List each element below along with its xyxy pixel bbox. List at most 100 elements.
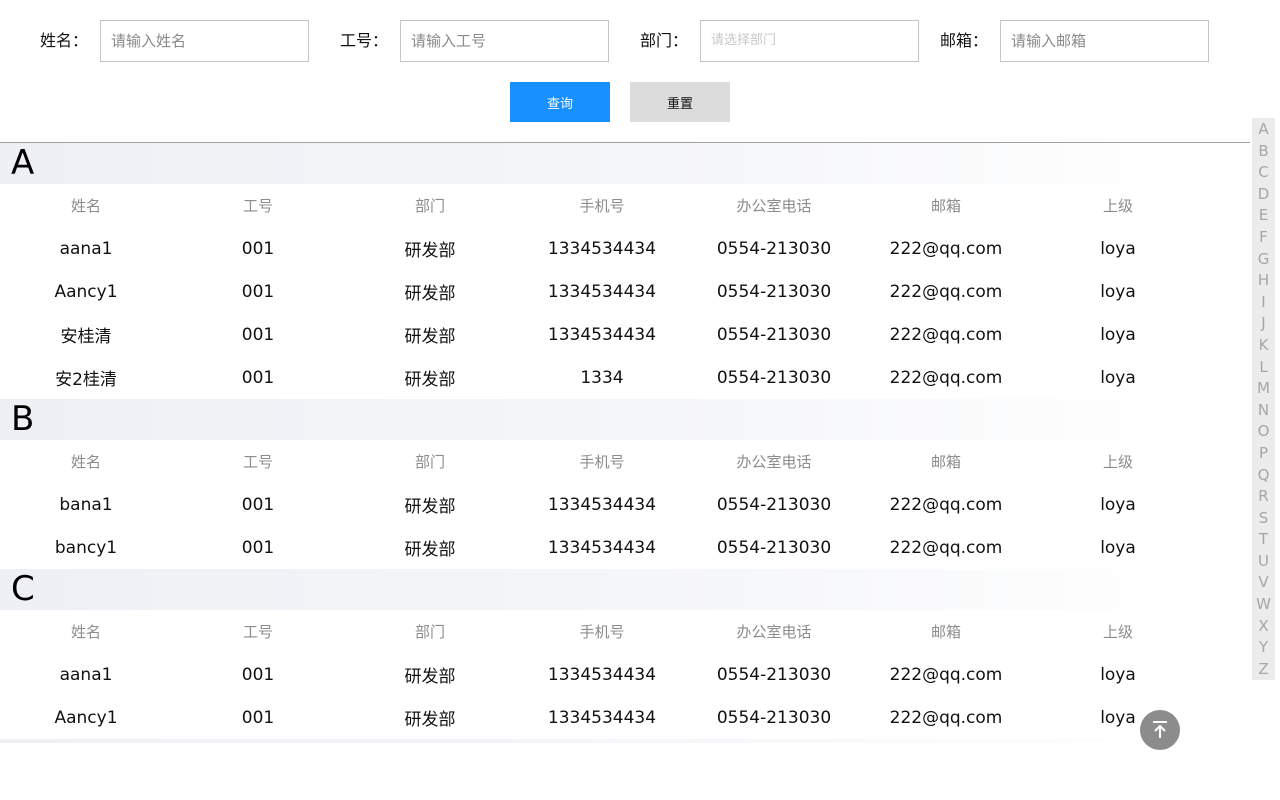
table-cell: loya (1100, 664, 1136, 685)
employee-id-input[interactable] (400, 20, 609, 62)
table-cell: 1334534434 (547, 494, 657, 515)
table-row[interactable]: aana1 001 研发部 1334534434 0554-213030 222@qq.c… (0, 653, 1214, 696)
table-cell: 001 (241, 238, 275, 259)
alphabet-index: ABCDEFGHIJKLMNOPQRSTUVWXYZ (1252, 118, 1275, 680)
table-cell: loya (1100, 238, 1136, 259)
table-cell: 1334534434 (547, 537, 657, 558)
table-cell: 研发部 (404, 667, 456, 687)
index-letter-t[interactable]: T (1252, 529, 1275, 551)
table-cell: Aancy1 (54, 281, 118, 302)
table-cell: 0554-213030 (716, 707, 832, 728)
table-cell: 安桂清 (60, 327, 112, 347)
table-row[interactable]: 安桂清 001 研发部 1334534434 0554-213030 222@qq.com… (0, 313, 1214, 356)
index-letter-u[interactable]: U (1252, 551, 1275, 573)
contact-list[interactable]: A 姓名 工号 部门 手机号 办公室电话 邮箱 上级 aana1 001 研发部 1334534434… (0, 143, 1250, 743)
column-header: 上级 (1102, 623, 1133, 641)
table-row[interactable]: bana1 001 研发部 1334534434 0554-213030 222@qq.c… (0, 483, 1214, 526)
table-cell: 0554-213030 (716, 238, 832, 259)
table-cell: 0554-213030 (716, 537, 832, 558)
index-letter-p[interactable]: P (1252, 443, 1275, 465)
table-cell: 研发部 (404, 241, 456, 261)
index-letter-l[interactable]: L (1252, 357, 1275, 379)
department-select[interactable]: 请选择部门 (700, 20, 919, 62)
index-letter-r[interactable]: R (1252, 486, 1275, 508)
table-header-row: 姓名 工号 部门 手机号 办公室电话 邮箱 上级 (0, 610, 1214, 653)
department-select-placeholder: 请选择部门 (711, 33, 777, 48)
table-cell: 001 (241, 707, 275, 728)
index-letter-n[interactable]: N (1252, 400, 1275, 422)
index-letter-x[interactable]: X (1252, 616, 1275, 638)
table-header-row: 姓名 工号 部门 手机号 办公室电话 邮箱 上级 (0, 440, 1214, 483)
table-cell: 1334534434 (547, 707, 657, 728)
table-cell: 001 (241, 664, 275, 685)
column-header: 手机号 (579, 197, 625, 215)
back-to-top-button[interactable] (1140, 710, 1180, 750)
email-input[interactable] (1000, 20, 1209, 62)
query-button[interactable]: 查询 (510, 82, 610, 122)
index-letter-m[interactable]: M (1252, 378, 1275, 400)
table-cell: 1334534434 (547, 324, 657, 345)
table-cell: 研发部 (404, 497, 456, 517)
index-letter-e[interactable]: E (1252, 205, 1275, 227)
arrow-up-to-line-icon (1153, 721, 1167, 738)
column-header: 姓名 (70, 623, 101, 641)
index-letter-v[interactable]: V (1252, 572, 1275, 594)
group-header-b: B (0, 399, 1210, 440)
column-header: 办公室电话 (736, 623, 812, 641)
table-cell: 222@qq.com (889, 494, 1003, 515)
index-letter-j[interactable]: J (1252, 313, 1275, 335)
index-letter-c[interactable]: C (1252, 162, 1275, 184)
index-letter-f[interactable]: F (1252, 227, 1275, 249)
index-letter-k[interactable]: K (1252, 335, 1275, 357)
table-cell: 安2桂清 (55, 370, 117, 390)
table-cell: 001 (241, 367, 275, 388)
column-header: 部门 (414, 453, 445, 471)
department-label: 部门： (640, 31, 689, 50)
table-cell: loya (1100, 537, 1136, 558)
reset-button[interactable]: 重置 (630, 82, 730, 122)
group-header-a: A (0, 143, 1210, 184)
index-letter-a[interactable]: A (1252, 119, 1275, 141)
table-row[interactable]: Aancy1 001 研发部 1334534434 0554-213030 222@qq.… (0, 270, 1214, 313)
table-row[interactable]: Aancy1 001 研发部 1334534434 0554-213030 222@qq.… (0, 696, 1214, 739)
column-header: 工号 (242, 453, 273, 471)
index-letter-i[interactable]: I (1252, 292, 1275, 314)
index-letter-d[interactable]: D (1252, 184, 1275, 206)
table-row[interactable]: bancy1 001 研发部 1334534434 0554-213030 222@qq.… (0, 526, 1214, 569)
table-row[interactable]: 安2桂清 001 研发部 1334 0554-213030 222@qq.com loya (0, 356, 1214, 399)
index-letter-w[interactable]: W (1252, 594, 1275, 616)
index-letter-g[interactable]: G (1252, 249, 1275, 271)
column-header: 上级 (1102, 453, 1133, 471)
column-header: 手机号 (579, 623, 625, 641)
index-letter-h[interactable]: H (1252, 270, 1275, 292)
index-letter-o[interactable]: O (1252, 421, 1275, 443)
table-row[interactable]: aana1 001 研发部 1334534434 0554-213030 222@qq.c… (0, 227, 1214, 270)
table-cell: 1334534434 (547, 664, 657, 685)
column-header: 姓名 (70, 197, 101, 215)
employee-id-label: 工号： (340, 31, 389, 50)
column-header: 工号 (242, 197, 273, 215)
table-cell: 222@qq.com (889, 238, 1003, 259)
table-cell: bancy1 (54, 537, 118, 558)
table-cell: 001 (241, 324, 275, 345)
table-cell: 222@qq.com (889, 324, 1003, 345)
table-cell: 0554-213030 (716, 664, 832, 685)
group-header-partial (0, 739, 1210, 743)
index-letter-b[interactable]: B (1252, 141, 1275, 163)
column-header: 邮箱 (930, 197, 961, 215)
index-letter-z[interactable]: Z (1252, 659, 1275, 681)
table-cell: loya (1100, 324, 1136, 345)
table-cell: 0554-213030 (716, 324, 832, 345)
index-letter-q[interactable]: Q (1252, 465, 1275, 487)
column-header: 上级 (1102, 197, 1133, 215)
index-letter-s[interactable]: S (1252, 508, 1275, 530)
group-header-c: C (0, 569, 1210, 610)
table-cell: aana1 (59, 664, 113, 685)
table-cell: 研发部 (404, 540, 456, 560)
table-cell: 001 (241, 281, 275, 302)
column-header: 邮箱 (930, 623, 961, 641)
table-cell: 1334534434 (547, 281, 657, 302)
name-input[interactable] (100, 20, 309, 62)
index-letter-y[interactable]: Y (1252, 637, 1275, 659)
email-label: 邮箱： (940, 31, 989, 50)
